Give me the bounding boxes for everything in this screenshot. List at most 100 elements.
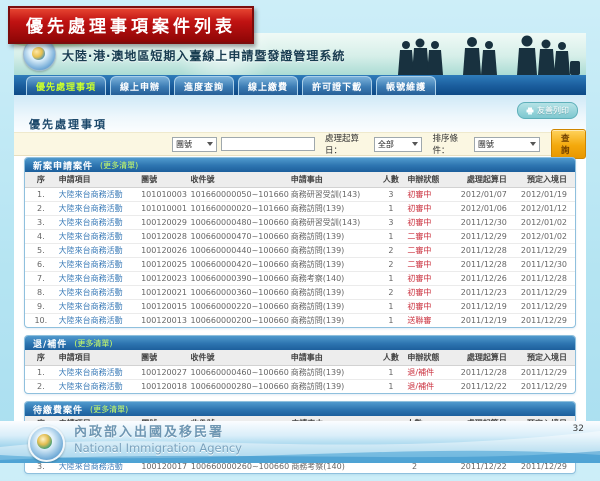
col-header-receipt-no: 收件號 [189, 172, 289, 188]
cell-apply-item[interactable]: 大陸來台商務活動 [57, 244, 139, 258]
table-row: 6.大陸來台商務活動100120025100660000420~10066000… [25, 258, 575, 272]
app-window: 大陸‧港‧澳地區短期入臺線上申請暨發證管理系統 優先處理事項線上申辦進度查詢線上… [14, 33, 586, 421]
footer-org-names: 內政部入出國及移民署 National Immigration Agency [74, 425, 242, 456]
cell-process-date: 2011/12/19 [452, 300, 515, 314]
tab-account-maintain[interactable]: 帳號維護 [376, 76, 436, 95]
sort-label: 排序條件： [432, 132, 469, 156]
cell-count: 1 [376, 380, 405, 394]
cell-seq: 5. [25, 244, 57, 258]
cell-apply-item[interactable]: 大陸來台商務活動 [57, 202, 139, 216]
slide-footer: 內政部入出國及移民署 National Immigration Agency 3… [0, 421, 600, 463]
cell-apply-item[interactable]: 大陸來台商務活動 [57, 188, 139, 202]
cell-status: 初審中 [405, 188, 452, 202]
more-list-link[interactable]: (更多清單) [90, 404, 128, 415]
tab-permit-download[interactable]: 許可證下載 [302, 76, 372, 95]
section-header: 待繳費案件 (更多清單) [25, 402, 575, 416]
cell-group-no: 100120021 [139, 286, 188, 300]
cell-apply-item[interactable]: 大陸來台商務活動 [57, 286, 139, 300]
col-header-apply-item: 申請項目 [57, 172, 139, 188]
cell-apply-item[interactable]: 大陸來台商務活動 [57, 230, 139, 244]
cell-count: 2 [376, 258, 405, 272]
cell-entry-date: 2012/01/12 [515, 202, 575, 216]
more-list-link[interactable]: (更多清單) [100, 160, 138, 171]
col-header-seq: 序 [25, 172, 57, 188]
cell-apply-item[interactable]: 大陸來台商務活動 [57, 314, 139, 328]
cell-status: 初審中 [405, 286, 452, 300]
search-field-value: 團號 [176, 139, 192, 150]
cell-seq: 8. [25, 286, 57, 300]
table-row: 1.大陸來台商務活動100120027100660000460~10066000… [25, 366, 575, 380]
col-header-group-no: 團號 [139, 350, 188, 366]
cell-entry-date: 2011/12/29 [515, 244, 575, 258]
cell-reason: 商務研習受訓(143) [289, 216, 377, 230]
cell-group-no: 100120025 [139, 258, 188, 272]
keyword-input[interactable] [221, 137, 315, 151]
cell-apply-item[interactable]: 大陸來台商務活動 [57, 380, 139, 394]
friendly-print-button[interactable]: 友善列印 [517, 102, 578, 119]
cell-status: 退/補件 [405, 366, 452, 380]
cell-receipt-no: 100660000460~100660000460 [189, 366, 289, 380]
cell-apply-item[interactable]: 大陸來台商務活動 [57, 272, 139, 286]
cell-count: 1 [376, 366, 405, 380]
cell-receipt-no: 100660000390~100660000390 [189, 272, 289, 286]
table-row: 7.大陸來台商務活動100120023100660000390~10066000… [25, 272, 575, 286]
cell-seq: 9. [25, 300, 57, 314]
cell-process-date: 2011/12/22 [452, 380, 515, 394]
cell-count: 1 [376, 300, 405, 314]
agency-logo-icon [28, 425, 65, 462]
cell-group-no: 100120013 [139, 314, 188, 328]
cell-entry-date: 2011/12/29 [515, 300, 575, 314]
cell-entry-date: 2012/01/02 [515, 230, 575, 244]
cell-process-date: 2011/12/23 [452, 286, 515, 300]
cell-count: 1 [376, 314, 405, 328]
cell-group-no: 100120028 [139, 230, 188, 244]
cell-receipt-no: 100660000470~100660000470 [189, 230, 289, 244]
cell-reason: 商務訪問(139) [289, 300, 377, 314]
cell-group-no: 101010003 [139, 188, 188, 202]
table-row: 4.大陸來台商務活動100120028100660000470~10066000… [25, 230, 575, 244]
cell-status: 初審中 [405, 272, 452, 286]
cell-receipt-no: 100660000280~100660000280 [189, 380, 289, 394]
cell-apply-item[interactable]: 大陸來台商務活動 [57, 366, 139, 380]
sort-select[interactable]: 團號 [474, 137, 540, 152]
cell-seq: 3. [25, 216, 57, 230]
tab-online-payment[interactable]: 線上繳費 [238, 76, 298, 95]
slide-title-banner: 優先處理事項案件列表 [8, 6, 254, 44]
cell-reason: 商務訪問(139) [289, 380, 377, 394]
cell-group-no: 100120027 [139, 366, 188, 380]
tab-priority-items[interactable]: 優先處理事項 [26, 76, 106, 95]
col-header-count: 人數 [376, 172, 405, 188]
new-applications-table: 序申請項目團號收件號申請事由人數申辦狀態處理起算日預定入境日1.大陸來台商務活動… [25, 172, 575, 327]
search-field-select[interactable]: 團號 [172, 137, 217, 152]
section-header: 退/補件 (更多清單) [25, 336, 575, 350]
cell-seq: 2. [25, 380, 57, 394]
cell-entry-date: 2011/12/29 [515, 286, 575, 300]
table-row: 9.大陸來台商務活動100120015100660000220~10066000… [25, 300, 575, 314]
cell-status: 二審中 [405, 258, 452, 272]
tab-online-apply[interactable]: 線上申辦 [110, 76, 170, 95]
cell-group-no: 100120023 [139, 272, 188, 286]
section-title: 待繳費案件 [33, 403, 83, 416]
cell-reason: 商務訪問(139) [289, 286, 377, 300]
cell-entry-date: 2012/01/19 [515, 188, 575, 202]
process-date-select[interactable]: 全部 [374, 137, 423, 152]
cell-apply-item[interactable]: 大陸來台商務活動 [57, 216, 139, 230]
cell-receipt-no: 100660000360~100660000370 [189, 286, 289, 300]
cell-count: 2 [376, 286, 405, 300]
cell-receipt-no: 100660000480~100660000500 [189, 216, 289, 230]
cell-seq: 4. [25, 230, 57, 244]
col-header-entry-date: 預定入境日 [515, 350, 575, 366]
cell-seq: 7. [25, 272, 57, 286]
cell-reason: 商務訪問(139) [289, 258, 377, 272]
table-row: 10.大陸來台商務活動100120013100660000200~1006600… [25, 314, 575, 328]
cell-status: 二審中 [405, 244, 452, 258]
tab-progress-query[interactable]: 進度查詢 [174, 76, 234, 95]
more-list-link[interactable]: (更多清單) [74, 338, 112, 349]
org-name-en: National Immigration Agency [74, 441, 242, 455]
search-button[interactable]: 查詢 [551, 129, 586, 159]
cell-apply-item[interactable]: 大陸來台商務活動 [57, 258, 139, 272]
cell-reason: 商務訪問(139) [289, 366, 377, 380]
cell-seq: 1. [25, 188, 57, 202]
cell-process-date: 2011/12/28 [452, 366, 515, 380]
cell-apply-item[interactable]: 大陸來台商務活動 [57, 300, 139, 314]
